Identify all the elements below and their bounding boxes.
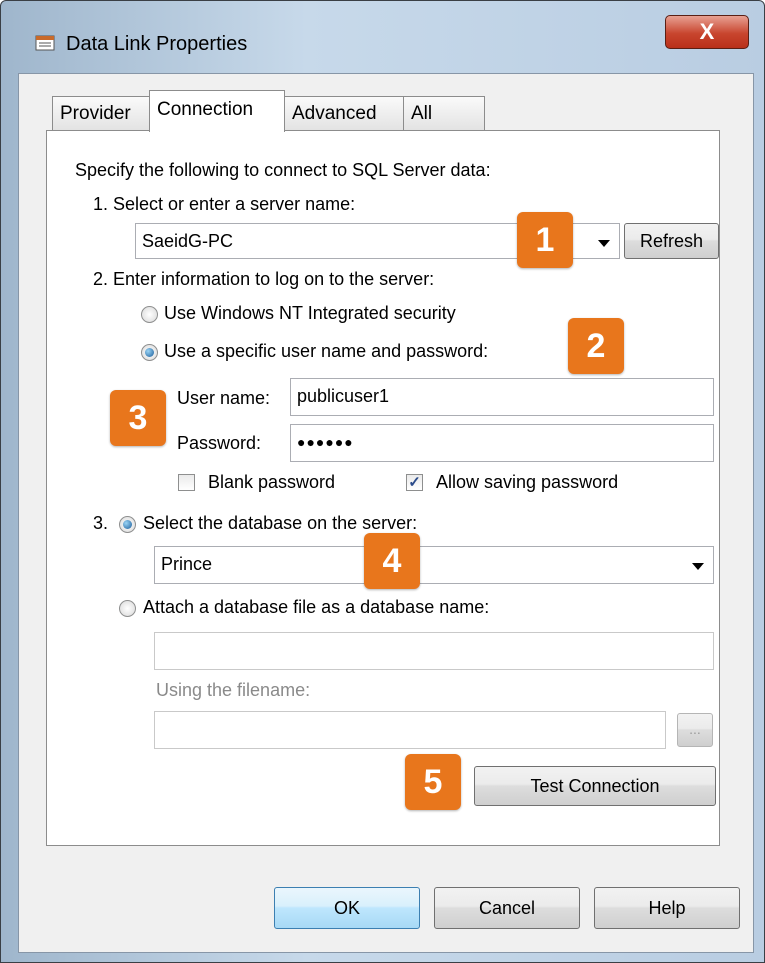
ok-button[interactable]: OK xyxy=(274,887,420,929)
server-name-value: SaeidG-PC xyxy=(142,231,234,251)
intro-text: Specify the following to connect to SQL … xyxy=(75,160,491,180)
radio-nt-security[interactable] xyxy=(141,306,158,323)
radio-nt-label: Use Windows NT Integrated security xyxy=(164,303,456,323)
title-bar[interactable]: Data Link Properties X xyxy=(1,1,764,73)
username-label: User name: xyxy=(177,388,271,408)
attach-database-name-input[interactable] xyxy=(154,632,714,670)
annotation-badge-3: 3 xyxy=(110,390,166,446)
database-value: Prince xyxy=(161,554,213,574)
checkmark-icon: ✓ xyxy=(408,474,421,491)
annotation-badge-4: 4 xyxy=(364,533,420,589)
radio-attach-label: Attach a database file as a database nam… xyxy=(143,597,490,617)
window-title: Data Link Properties xyxy=(66,33,248,55)
radio-specific-label: Use a specific user name and password: xyxy=(164,341,489,361)
database-combo[interactable]: Prince xyxy=(154,546,714,584)
database-dropdown-arrow-icon[interactable] xyxy=(692,563,704,570)
annotation-badge-5: 5 xyxy=(405,754,461,810)
blank-password-label: Blank password xyxy=(208,472,336,492)
tab-advanced[interactable]: Advanced xyxy=(284,96,404,130)
tab-provider[interactable]: Provider xyxy=(52,96,151,130)
radio-specific-user[interactable] xyxy=(141,344,158,361)
tab-all[interactable]: All xyxy=(403,96,485,130)
annotation-badge-2: 2 xyxy=(568,318,624,374)
refresh-button[interactable]: Refresh xyxy=(624,223,719,259)
allow-saving-label: Allow saving password xyxy=(436,472,619,492)
password-input[interactable]: ●●●●●● xyxy=(290,424,714,462)
username-input[interactable]: publicuser1 xyxy=(290,378,714,416)
close-icon: X xyxy=(699,19,715,44)
filename-label: Using the filename: xyxy=(156,680,311,700)
blank-password-checkbox[interactable] xyxy=(178,474,195,491)
allow-saving-checkbox[interactable]: ✓ xyxy=(406,474,423,491)
data-link-icon xyxy=(35,35,55,51)
annotation-badge-1: 1 xyxy=(517,212,573,268)
radio-select-database-label: Select the database on the server: xyxy=(143,513,418,533)
radio-attach-file[interactable] xyxy=(119,600,136,617)
radio-select-database[interactable] xyxy=(119,516,136,533)
cancel-button[interactable]: Cancel xyxy=(434,887,580,929)
test-connection-button[interactable]: Test Connection xyxy=(474,766,716,806)
step1-label: 1. Select or enter a server name: xyxy=(93,194,356,214)
step3-prefix: 3. xyxy=(93,513,109,533)
browse-button[interactable]: ... xyxy=(677,713,713,747)
password-label: Password: xyxy=(177,433,262,453)
help-button[interactable]: Help xyxy=(594,887,740,929)
close-button[interactable]: X xyxy=(665,15,749,49)
step2-label: 2. Enter information to log on to the se… xyxy=(93,269,435,289)
filename-input[interactable] xyxy=(154,711,666,749)
server-dropdown-arrow-icon[interactable] xyxy=(598,240,610,247)
tab-connection[interactable]: Connection xyxy=(149,90,285,132)
